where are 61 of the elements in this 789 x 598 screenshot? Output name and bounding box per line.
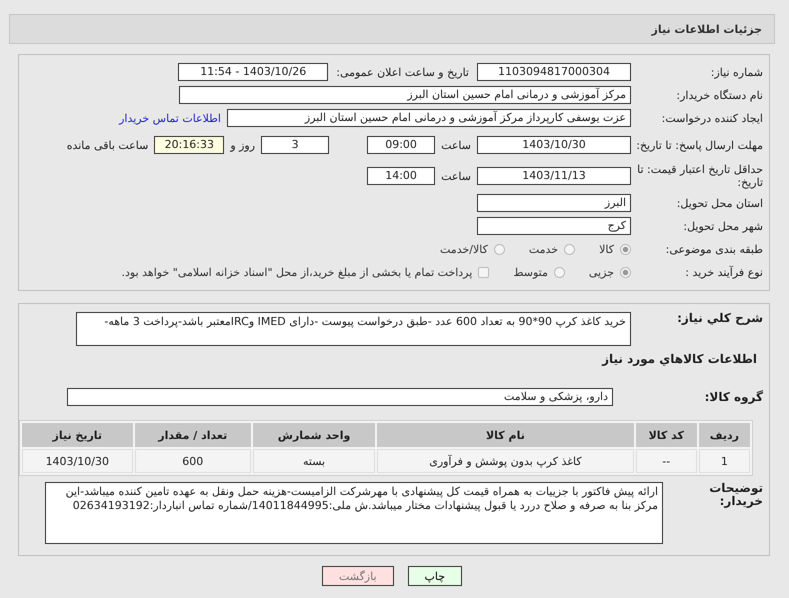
announce-date-field: 1403/10/26 - 11:54 [178, 63, 328, 81]
description-textarea[interactable]: خرید کاغذ کرپ 90*90 به تعداد 600 عدد -طبق درخواست پیوست -دارای IMED وIRCمعتبر باشد-پرداخت 3 ماهه- [76, 312, 631, 346]
column-header: واحد شمارش [252, 423, 376, 447]
column-header: کد کالا [636, 423, 697, 447]
checkbox-icon[interactable] [478, 266, 490, 278]
buyer-notes-textarea[interactable]: ارائه پیش فاکتور با جزییات به همراه قیمت کل پیشنهادی با مهرشرکت الزامیست-هزینه حمل ونقل به عهده تامین کننده میباشد-این مرکز بنا به صرفه و صلاح دررد یا قبول پیشنهادات مختار میباشد.ش ملی:14011844995/شماره تماس انباردار:02634193192 [45, 482, 663, 544]
page-title: جزئیات اطلاعات نیاز [652, 22, 762, 36]
field-label: طبقه بندی موضوعی: [664, 242, 764, 256]
deadline-date-field: 1403/10/30 [477, 136, 631, 154]
field-label: تاریخ و ساعت اعلان عمومی: [335, 66, 470, 78]
table-cell: بسته [252, 449, 376, 473]
category-radio[interactable]: کالا/خدمت [440, 242, 505, 256]
field-label: گروه کالا: [704, 390, 764, 404]
column-header: تاریخ نیاز [22, 423, 133, 447]
column-header: ردیف [698, 423, 750, 447]
province-field: البرز [477, 194, 631, 212]
city-field: کرج [477, 217, 631, 235]
field-label: نام دستگاه خریدار: [675, 88, 764, 102]
requester-field: عزت یوسفی کارپرداز مرکز آموزشی و درمانی امام حسین استان البرز [227, 109, 631, 127]
field-label: مهلت ارسال پاسخ: تا تاریخ: [635, 138, 764, 152]
category-radio[interactable]: کالا [599, 242, 631, 256]
validity-time-field: 14:00 [367, 167, 436, 185]
field-label: نوع فرآیند خرید : [684, 266, 764, 278]
section-title: اطلاعات کالاهاي مورد نياز [600, 352, 757, 366]
field-label: استان محل تحویل: [676, 196, 764, 210]
category-radio[interactable]: خدمت [528, 242, 576, 256]
field-label: توضیحات خریدار: [708, 482, 764, 508]
table-cell: کاغذ کرپ بدون پوشش و فرآوری [377, 449, 634, 473]
field-label: ساعت [440, 138, 472, 152]
table-cell: 1 [698, 449, 750, 473]
table-cell: -- [636, 449, 697, 473]
field-label: روز و [228, 138, 256, 152]
need-number-field: 1103094817000304 [477, 63, 631, 81]
table-cell: 600 [134, 449, 251, 473]
process-radio[interactable]: متوسط [513, 266, 565, 278]
print-button[interactable]: چاپ [408, 566, 462, 586]
column-header: تعداد / مقدار [134, 423, 251, 447]
buyer-org-field: مرکز آموزشی و درمانی امام حسین استان البرز [179, 86, 631, 104]
goods-group-field: دارو، پزشکی و سلامت [67, 388, 613, 406]
field-label: شماره نیاز: [710, 66, 764, 78]
column-header: نام کالا [377, 423, 634, 447]
radio-icon[interactable] [620, 266, 631, 278]
field-label: ساعت [440, 170, 472, 182]
radio-icon[interactable] [620, 244, 631, 254]
back-button[interactable]: بازگشت [322, 566, 394, 586]
table-cell: 1403/10/30 [22, 449, 133, 473]
field-label: ساعت باقی مانده [66, 138, 150, 152]
payment-checkbox[interactable]: پرداخت تمام یا بخشی از مبلغ خرید،از محل "اسناد خزانه اسلامی" خواهد بود. [122, 266, 490, 278]
field-label: شرح کلي نياز: [676, 312, 764, 325]
field-label: شهر محل تحویل: [682, 220, 764, 232]
radio-icon[interactable] [564, 244, 576, 254]
radio-icon[interactable] [554, 266, 565, 278]
validity-date-field: 1403/11/13 [477, 167, 631, 185]
remaining-time-field: 20:16:33 [154, 136, 224, 154]
radio-icon[interactable] [494, 244, 505, 254]
deadline-time-field: 09:00 [367, 136, 436, 154]
process-radio[interactable]: جزیی [588, 266, 631, 278]
buyer-contact-link[interactable]: اطلاعات تماس خریدار [119, 112, 227, 124]
field-label: حداقل تاریخ اعتبار قیمت: تا تاریخ: [636, 163, 764, 189]
field-label: ایجاد کننده درخواست: [660, 112, 764, 124]
days-field: 3 [261, 136, 330, 154]
